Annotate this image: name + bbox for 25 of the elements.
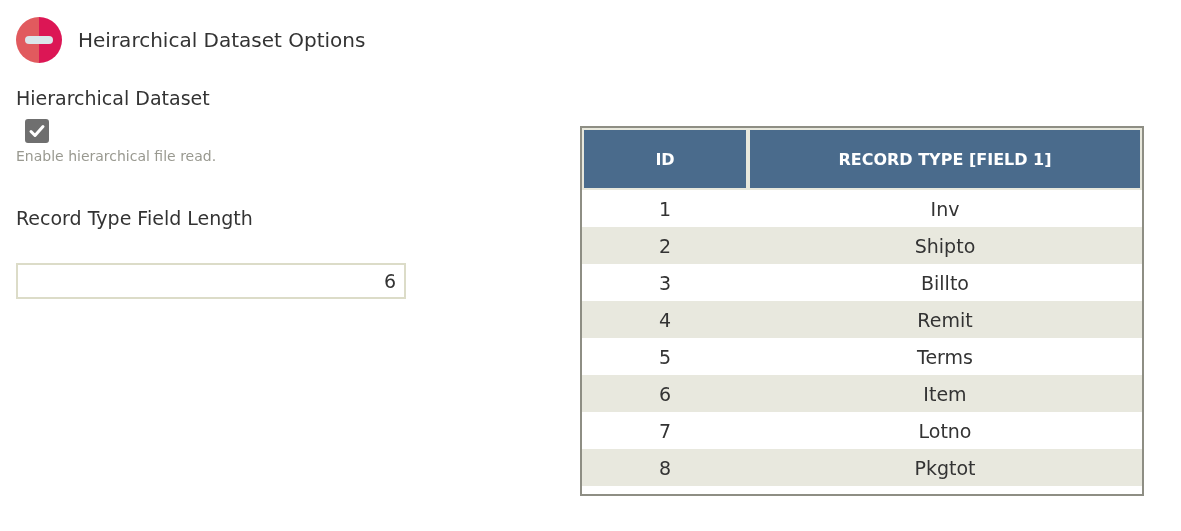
table-cell-text: 7 <box>657 418 673 444</box>
table-cell: 8 <box>582 449 748 486</box>
column-header: RECORD TYPE [FIELD 1] <box>748 128 1142 190</box>
field-label: Hierarchical Dataset <box>16 87 210 109</box>
checkbox[interactable] <box>25 119 49 143</box>
column-header: ID <box>582 128 748 190</box>
table-cell-text: Lotno <box>917 418 973 444</box>
minus-circle-icon <box>16 17 62 63</box>
table-cell: Item <box>748 375 1142 412</box>
table-cell: 6 <box>582 375 748 412</box>
table-cell: Shipto <box>748 227 1142 264</box>
table-cell: 4 <box>582 301 748 338</box>
table-cell-text: 3 <box>657 270 673 296</box>
table-cell: Pkgtot <box>748 449 1142 486</box>
table-cell-text: Terms <box>916 344 974 370</box>
table-cell: 2 <box>582 227 748 264</box>
table-cell-text: 1 <box>657 196 673 222</box>
table-cell-text: Billto <box>920 270 970 296</box>
table-cell: Remit <box>748 301 1142 338</box>
table-cell-text: Inv <box>929 196 961 222</box>
page-title: Heirarchical Dataset Options <box>78 28 366 52</box>
field-label: Record Type Field Length <box>16 207 253 229</box>
input-field[interactable]: 6 <box>16 263 406 299</box>
hint-text: Enable hierarchical file read. <box>16 148 217 164</box>
table-cell-text: 5 <box>657 344 673 370</box>
